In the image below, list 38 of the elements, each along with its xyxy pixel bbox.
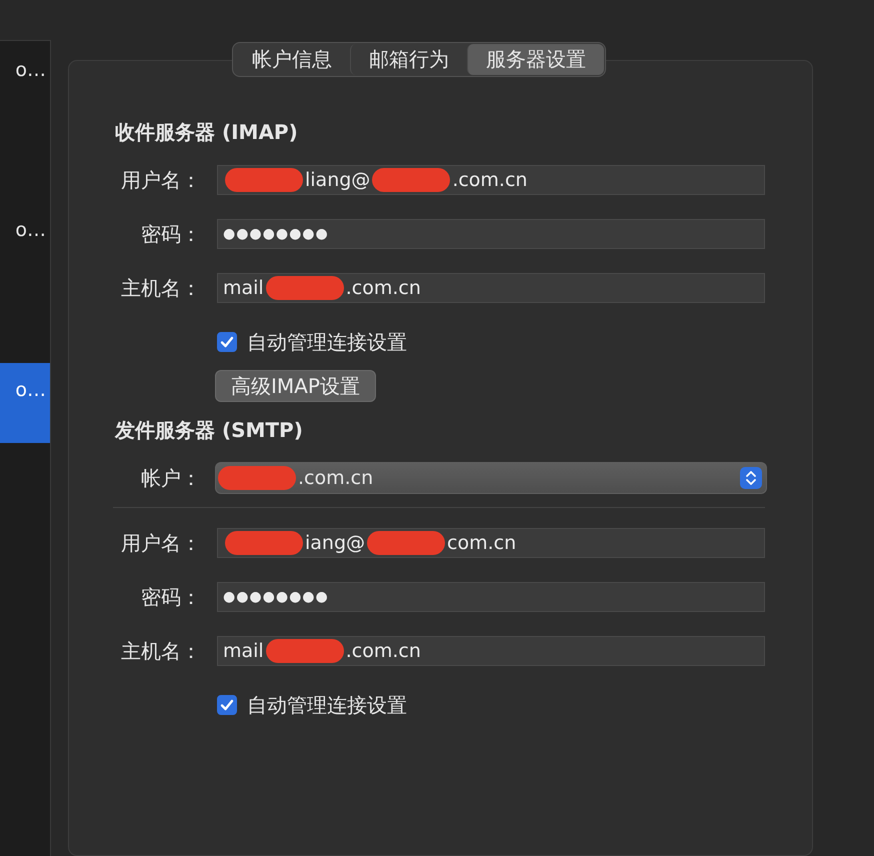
- checkbox[interactable]: [217, 695, 237, 715]
- field-label: 密码：: [140, 220, 201, 248]
- field-label: 帐户：: [140, 464, 201, 492]
- field-label: 主机名：: [120, 274, 201, 302]
- popup-value: .com.cn: [298, 467, 374, 489]
- field-text: mail: [223, 277, 264, 299]
- field-label: 主机名：: [120, 638, 201, 664]
- input-field[interactable]: liang@ .com.cn: [217, 165, 765, 195]
- account-popup[interactable]: .com.cn: [215, 462, 767, 494]
- field-text: com.cn: [447, 532, 516, 554]
- checkbox[interactable]: [217, 332, 237, 352]
- section-title: 收件服务器 (IMAP): [115, 119, 299, 146]
- checkbox-label: 自动管理连接设置: [247, 328, 407, 356]
- account-item[interactable]: o…: [0, 203, 50, 283]
- account-item[interactable]: o…: [0, 43, 50, 123]
- field-label: 用户名：: [120, 530, 201, 556]
- field-text: .com.cn: [346, 640, 421, 662]
- tab[interactable]: 服务器设置: [467, 44, 604, 75]
- checkmark-icon: [220, 335, 234, 349]
- input-field[interactable]: mail .com.cn: [217, 273, 765, 303]
- advanced-settings-button[interactable]: 高级IMAP设置: [215, 370, 376, 402]
- field-text: .com.cn: [452, 169, 528, 191]
- field-label: 密码：: [140, 584, 201, 610]
- input-field[interactable]: ●●●●●●●●: [217, 219, 765, 249]
- account-item[interactable]: o…: [0, 363, 50, 443]
- field-label: 用户名：: [120, 166, 201, 194]
- input-field[interactable]: mail .com.cn: [217, 636, 765, 666]
- input-field[interactable]: ●●●●●●●●: [217, 582, 765, 612]
- tab[interactable]: 帐户信息: [234, 44, 350, 75]
- field-text: mail: [223, 640, 264, 662]
- section-title: 发件服务器 (SMTP): [115, 417, 304, 444]
- field-text: liang@: [305, 169, 370, 191]
- field-text: .com.cn: [346, 277, 421, 299]
- input-field[interactable]: iang@ com.cn: [217, 528, 765, 558]
- stepper-icon: [740, 467, 762, 489]
- checkmark-icon: [220, 698, 234, 712]
- field-text: iang@: [305, 532, 366, 554]
- checkbox-label: 自动管理连接设置: [247, 692, 407, 718]
